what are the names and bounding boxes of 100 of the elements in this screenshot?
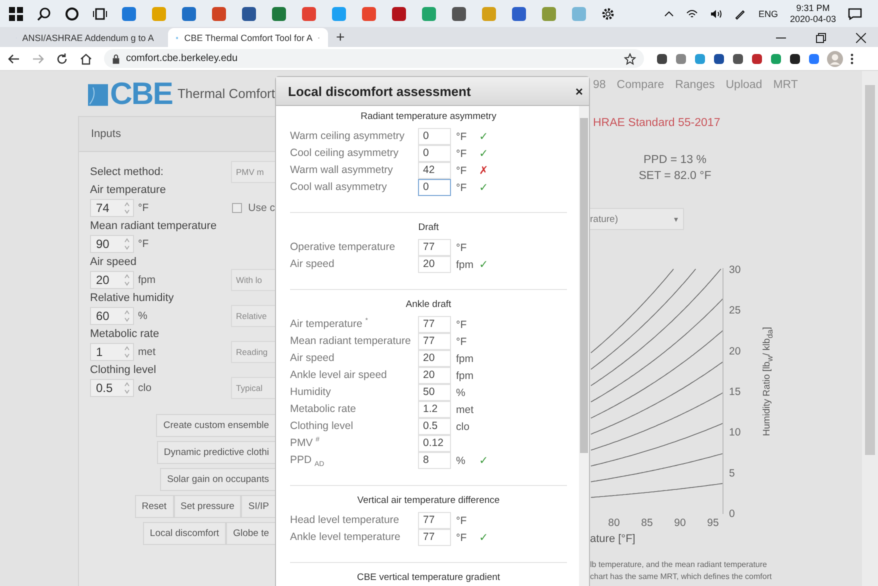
app-tile-icon[interactable] bbox=[391, 6, 407, 22]
speaker-icon[interactable] bbox=[710, 8, 722, 18]
field-label: Air speed bbox=[90, 255, 138, 270]
restore-icon[interactable] bbox=[816, 32, 826, 42]
input-field[interactable]: 0 bbox=[418, 145, 451, 162]
input-field[interactable]: 1.2 bbox=[418, 401, 451, 418]
scrollbar[interactable] bbox=[579, 106, 589, 586]
input-field[interactable]: 77 bbox=[418, 512, 451, 529]
input-field[interactable]: 0.5 bbox=[418, 418, 451, 435]
app-tile-icon[interactable] bbox=[301, 6, 317, 22]
input-field[interactable]: 8 bbox=[418, 452, 451, 469]
field-label: Metabolic rate bbox=[90, 327, 160, 342]
four-pane-icon[interactable] bbox=[9, 6, 23, 20]
close-button[interactable]: × bbox=[575, 84, 583, 98]
field-label: PPD $_{AD}$ bbox=[290, 453, 326, 469]
input-field[interactable]: 77 bbox=[418, 333, 451, 350]
tick-label: 15 bbox=[729, 386, 741, 398]
input-field[interactable]: 0 bbox=[418, 128, 451, 145]
back-arrow-icon[interactable] bbox=[8, 52, 20, 64]
app-tile-icon[interactable] bbox=[571, 6, 587, 22]
tick-label: 20 bbox=[729, 345, 741, 358]
status-mark: ✓ bbox=[479, 258, 488, 271]
unit-label: fpm bbox=[456, 258, 474, 270]
field-label: Metabolic rate bbox=[290, 402, 357, 417]
action-button[interactable]: Reset bbox=[134, 495, 174, 518]
field-label: Ankle level air speed bbox=[290, 368, 388, 383]
app-tile-icon[interactable] bbox=[361, 6, 377, 22]
app-tile-icon[interactable] bbox=[421, 6, 437, 22]
number-input[interactable]: 74 bbox=[90, 199, 134, 217]
number-input[interactable]: 0.5 bbox=[90, 379, 134, 397]
footnote-text: chart has the same MRT, which defines the comfort bbox=[590, 571, 773, 583]
input-field[interactable]: 20 bbox=[418, 367, 451, 384]
circle-icon[interactable] bbox=[65, 6, 79, 20]
close-icon[interactable] bbox=[856, 32, 866, 42]
star-icon[interactable] bbox=[624, 52, 636, 64]
wifi-icon[interactable] bbox=[686, 8, 698, 18]
extension-icon[interactable] bbox=[656, 52, 668, 64]
section-title: Radiant temperature asymmetry bbox=[360, 111, 498, 123]
action-button[interactable]: SI/IP bbox=[241, 495, 275, 518]
action-button[interactable]: Solar gain on occupants bbox=[160, 468, 275, 491]
standard-title: HRAE Standard 55-2017 bbox=[593, 117, 722, 129]
app-tile-icon[interactable] bbox=[451, 6, 467, 22]
input-field[interactable]: 77 bbox=[418, 316, 451, 333]
notification-icon[interactable] bbox=[848, 8, 862, 20]
input-field[interactable]: 50 bbox=[418, 384, 451, 401]
app-tile-icon[interactable] bbox=[241, 6, 257, 22]
unit-label: % bbox=[456, 386, 466, 398]
language-indicator[interactable]: ENG bbox=[758, 8, 778, 18]
number-input[interactable]: 1 bbox=[90, 343, 134, 361]
action-button[interactable]: Globe te bbox=[226, 522, 275, 545]
input-field[interactable]: 20 bbox=[418, 350, 451, 367]
unit-label: clo bbox=[456, 420, 470, 432]
app-tile-icon[interactable] bbox=[181, 6, 197, 22]
app-tile-icon[interactable] bbox=[271, 6, 287, 22]
action-button[interactable]: Dynamic predictive clothi bbox=[156, 441, 275, 464]
input-field[interactable]: 0.12 bbox=[418, 435, 451, 452]
number-input[interactable]: 60 bbox=[90, 307, 134, 325]
checkbox[interactable] bbox=[232, 203, 242, 213]
gear-icon[interactable] bbox=[601, 6, 615, 20]
input-field[interactable]: 20 bbox=[418, 256, 451, 273]
logo-mark-icon bbox=[88, 82, 108, 108]
input-field[interactable]: 0 bbox=[418, 179, 451, 196]
task-view-icon[interactable] bbox=[93, 6, 107, 20]
scrollbar[interactable] bbox=[862, 71, 878, 586]
kebab-menu-icon[interactable] bbox=[850, 52, 854, 64]
clock[interactable]: 9:31 PM 2020-04-03 bbox=[790, 2, 836, 24]
app-tile-icon[interactable] bbox=[151, 6, 167, 22]
input-field[interactable]: 77 bbox=[418, 239, 451, 256]
app-tile-icon[interactable] bbox=[541, 6, 557, 22]
search-icon[interactable] bbox=[37, 6, 51, 20]
number-input[interactable]: 90 bbox=[90, 235, 134, 253]
browser-tab[interactable]: CBE Thermal Comfort Tool for A bbox=[168, 28, 328, 47]
new-tab-button[interactable]: + bbox=[336, 28, 345, 47]
chevron-up-icon[interactable] bbox=[664, 10, 674, 16]
extension-icon[interactable] bbox=[713, 52, 725, 64]
action-button[interactable]: Local discomfort bbox=[142, 522, 226, 545]
unit-label: °F bbox=[456, 164, 467, 176]
app-tile-icon[interactable] bbox=[511, 6, 527, 22]
reload-icon[interactable] bbox=[56, 52, 68, 64]
input-field[interactable]: 42 bbox=[418, 162, 451, 179]
action-button[interactable]: Set pressure bbox=[174, 495, 242, 518]
app-tile-icon[interactable] bbox=[331, 6, 347, 22]
extension-icon[interactable] bbox=[732, 52, 744, 64]
chart-select[interactable]: rature) ▾ bbox=[590, 208, 684, 230]
status-mark: ✗ bbox=[479, 164, 488, 177]
app-tile-icon[interactable] bbox=[481, 6, 497, 22]
browser-tab[interactable]: ANSI/ASHRAE Addendum g to A bbox=[8, 28, 168, 47]
checkbox-label: Use c bbox=[248, 202, 275, 214]
address-bar[interactable]: comfort.cbe.berkeley.edu bbox=[104, 49, 644, 68]
app-tile-icon[interactable] bbox=[121, 6, 137, 22]
pen-icon[interactable] bbox=[734, 8, 746, 20]
number-input[interactable]: 20 bbox=[90, 271, 134, 289]
app-tile-icon[interactable] bbox=[211, 6, 227, 22]
tick-label: 30 bbox=[729, 264, 741, 276]
field-label: Air temperature $^{*}$ bbox=[290, 316, 370, 332]
input-field[interactable]: 77 bbox=[418, 529, 451, 546]
home-icon[interactable] bbox=[80, 52, 92, 64]
extension-icon[interactable] bbox=[789, 52, 801, 64]
logo-text: CBE bbox=[110, 76, 172, 112]
action-button[interactable]: Create custom ensemble bbox=[156, 414, 275, 437]
